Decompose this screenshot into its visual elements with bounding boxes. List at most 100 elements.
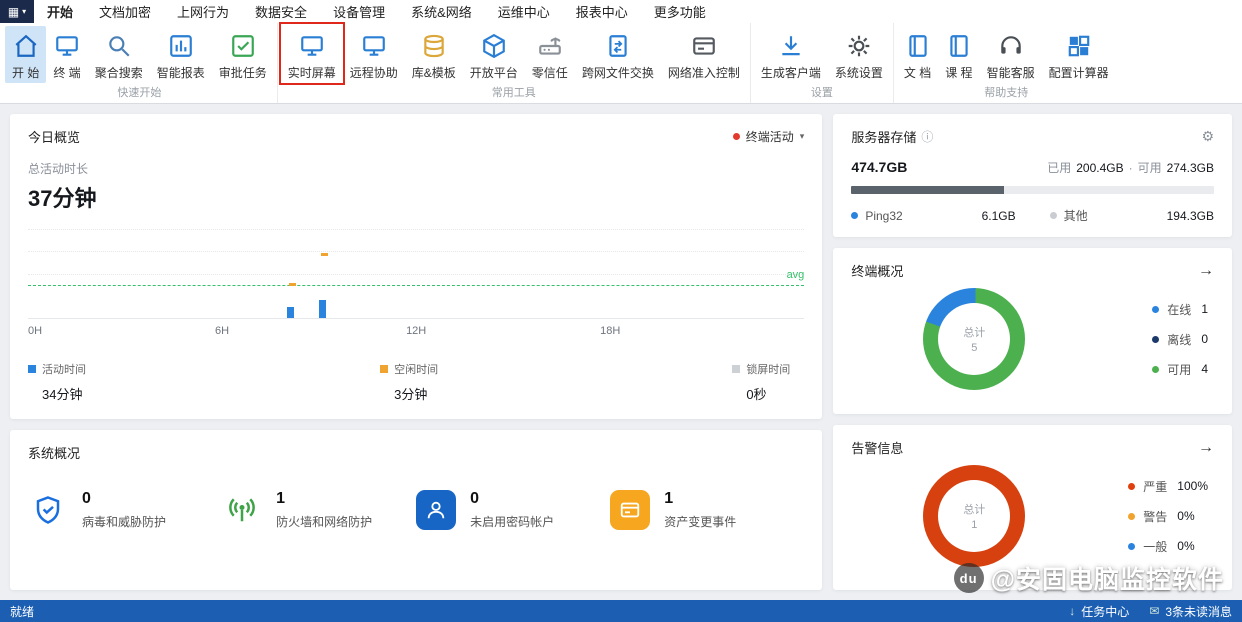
arrow-right-icon[interactable]: →	[1198, 262, 1214, 280]
window-menu-button[interactable]: ▦ ▾	[0, 0, 34, 23]
download-icon	[778, 32, 804, 59]
menu-tab-data-security[interactable]: 数据安全	[242, 0, 320, 23]
ribbon-item-network-access-control[interactable]: 网络准入控制	[661, 26, 747, 83]
card-title: 服务器存储	[851, 127, 916, 146]
legend-swatch	[732, 365, 740, 373]
legend-item-critical: 严重100%	[1128, 478, 1208, 495]
menu-tab-device-mgmt[interactable]: 设备管理	[320, 0, 398, 23]
menu-bar: ▦ ▾ 开始 文档加密 上网行为 数据安全 设备管理 系统&网络 运维中心 报表…	[0, 0, 1242, 23]
legend-dot	[1152, 306, 1159, 313]
search-icon	[106, 32, 132, 59]
checklist-icon	[230, 32, 256, 59]
ribbon-group-label: 快速开始	[2, 83, 277, 104]
legend-item-active: 活动时间 34分钟	[28, 361, 86, 403]
envelope-icon: ✉	[1149, 604, 1159, 618]
avg-label: avg	[787, 269, 805, 281]
menu-tab-more[interactable]: 更多功能	[641, 0, 719, 23]
x-tick: 6H	[215, 325, 229, 337]
storage-settings-gear-icon[interactable]: ⚙	[1201, 128, 1214, 145]
ribbon-item-label: 配置计算器	[1049, 64, 1109, 81]
gear-icon	[846, 32, 872, 59]
ribbon-item-label: 审批任务	[219, 64, 267, 81]
menu-tab-ops-center[interactable]: 运维中心	[485, 0, 563, 23]
ribbon-item-system-settings[interactable]: 系统设置	[828, 26, 890, 83]
realtime-screen-icon	[299, 32, 325, 59]
menu-tab-system-network[interactable]: 系统&网络	[398, 0, 485, 23]
ribbon-group-settings: 生成客户端 系统设置 设置	[751, 23, 894, 103]
ribbon-item-zero-trust[interactable]: 零信任	[525, 26, 575, 83]
document-icon	[905, 32, 931, 59]
terminal-icon	[54, 32, 80, 59]
ribbon-toolbar: 开 始 终 端 聚合搜索 智能报表 审批任务	[0, 23, 1242, 104]
activity-bar	[287, 307, 294, 318]
ribbon-group-help: 文 档 课 程 智能客服 配置计算器 帮助支持	[894, 23, 1119, 103]
ribbon-item-terminal[interactable]: 终 端	[46, 26, 87, 83]
alert-donut-chart: 总计 1	[923, 465, 1025, 567]
ribbon-item-label: 文 档	[904, 64, 931, 81]
legend-dot	[1128, 543, 1135, 550]
stat-firewall-protection[interactable]: 1 防火墙和网络防护	[222, 490, 416, 530]
storage-used-free: 已用200.4GB · 可用274.3GB	[1047, 159, 1214, 176]
legend-swatch	[380, 365, 388, 373]
filter-label: 终端活动	[746, 128, 794, 145]
ribbon-item-realtime-screen[interactable]: 实时屏幕	[281, 26, 343, 83]
cube-icon	[481, 32, 507, 59]
menu-tab-start[interactable]: 开始	[34, 0, 86, 23]
access-control-icon	[691, 32, 717, 59]
menu-tab-doc-encrypt[interactable]: 文档加密	[86, 0, 164, 23]
ribbon-item-smart-report[interactable]: 智能报表	[150, 26, 212, 83]
ribbon-item-start[interactable]: 开 始	[5, 26, 46, 83]
ribbon-group-common-tools: 实时屏幕 远程协助 库&模板 开放平台 零信任	[278, 23, 751, 103]
stat-asset-change-events[interactable]: 1 资产变更事件	[610, 490, 804, 530]
ribbon-item-generate-client[interactable]: 生成客户端	[754, 26, 828, 83]
ribbon-item-docs[interactable]: 文 档	[897, 26, 938, 83]
ribbon-item-label: 智能客服	[987, 64, 1035, 81]
shield-icon	[28, 490, 68, 530]
stat-virus-protection[interactable]: 0 病毒和威胁防护	[28, 490, 222, 530]
ribbon-item-label: 课 程	[945, 64, 972, 81]
ribbon-item-library-templates[interactable]: 库&模板	[405, 26, 463, 83]
ribbon-group-label: 设置	[751, 83, 893, 104]
unread-messages-button[interactable]: ✉ 3条未读消息	[1149, 603, 1232, 620]
activity-chart: avg 0H 6H 12H 18H	[28, 229, 804, 319]
ribbon-item-remote-assist[interactable]: 远程协助	[343, 26, 405, 83]
ribbon-item-label: 系统设置	[835, 64, 883, 81]
legend-dot	[1128, 513, 1135, 520]
asset-card-icon	[610, 490, 650, 530]
ribbon-item-aggregate-search[interactable]: 聚合搜索	[88, 26, 150, 83]
ribbon-group-quickstart: 开 始 终 端 聚合搜索 智能报表 审批任务	[2, 23, 278, 103]
ribbon-item-approval-tasks[interactable]: 审批任务	[212, 26, 274, 83]
ribbon-item-label: 聚合搜索	[95, 64, 143, 81]
avg-line	[28, 285, 804, 286]
legend-item-ping32: Ping32 6.1GB	[851, 207, 1049, 224]
x-tick: 12H	[406, 325, 426, 337]
status-bar: 就绪 ↓ 任务中心 ✉ 3条未读消息	[0, 600, 1242, 622]
ribbon-item-config-calculator[interactable]: 配置计算器	[1042, 26, 1116, 83]
donut-center: 总计 1	[923, 465, 1025, 567]
task-center-button[interactable]: ↓ 任务中心	[1069, 603, 1129, 620]
storage-progress-bar	[851, 186, 1214, 194]
dashboard-content: 今日概览 终端活动 ▾ 总活动时长 37分钟 avg 0H	[0, 104, 1242, 600]
ribbon-item-label: 终 端	[53, 64, 80, 81]
storage-total: 474.7GB	[851, 159, 907, 175]
headset-icon	[998, 32, 1024, 59]
storage-progress-fill	[851, 186, 1003, 194]
ribbon-item-cross-network-file-exchange[interactable]: 跨网文件交换	[575, 26, 661, 83]
ribbon-item-label: 远程协助	[350, 64, 398, 81]
terminal-activity-filter[interactable]: 终端活动 ▾	[733, 128, 805, 145]
terminal-donut-chart: 总计 5	[923, 288, 1025, 390]
gridline	[28, 229, 804, 230]
stat-no-password-accounts[interactable]: 0 未启用密码帐户	[416, 490, 610, 530]
home-icon	[13, 32, 39, 59]
arrow-right-icon[interactable]: →	[1198, 439, 1214, 457]
ribbon-item-open-platform[interactable]: 开放平台	[463, 26, 525, 83]
menu-tab-report-center[interactable]: 报表中心	[563, 0, 641, 23]
ribbon-item-label: 智能报表	[157, 64, 205, 81]
legend-item-other: 其他 194.3GB	[1050, 207, 1214, 224]
download-arrow-icon: ↓	[1069, 604, 1075, 618]
app-icon: ▦	[8, 6, 19, 18]
ribbon-item-smart-service[interactable]: 智能客服	[980, 26, 1042, 83]
menu-tab-internet-behavior[interactable]: 上网行为	[164, 0, 242, 23]
legend-item-available: 可用4	[1152, 361, 1208, 378]
ribbon-item-courses[interactable]: 课 程	[938, 26, 979, 83]
